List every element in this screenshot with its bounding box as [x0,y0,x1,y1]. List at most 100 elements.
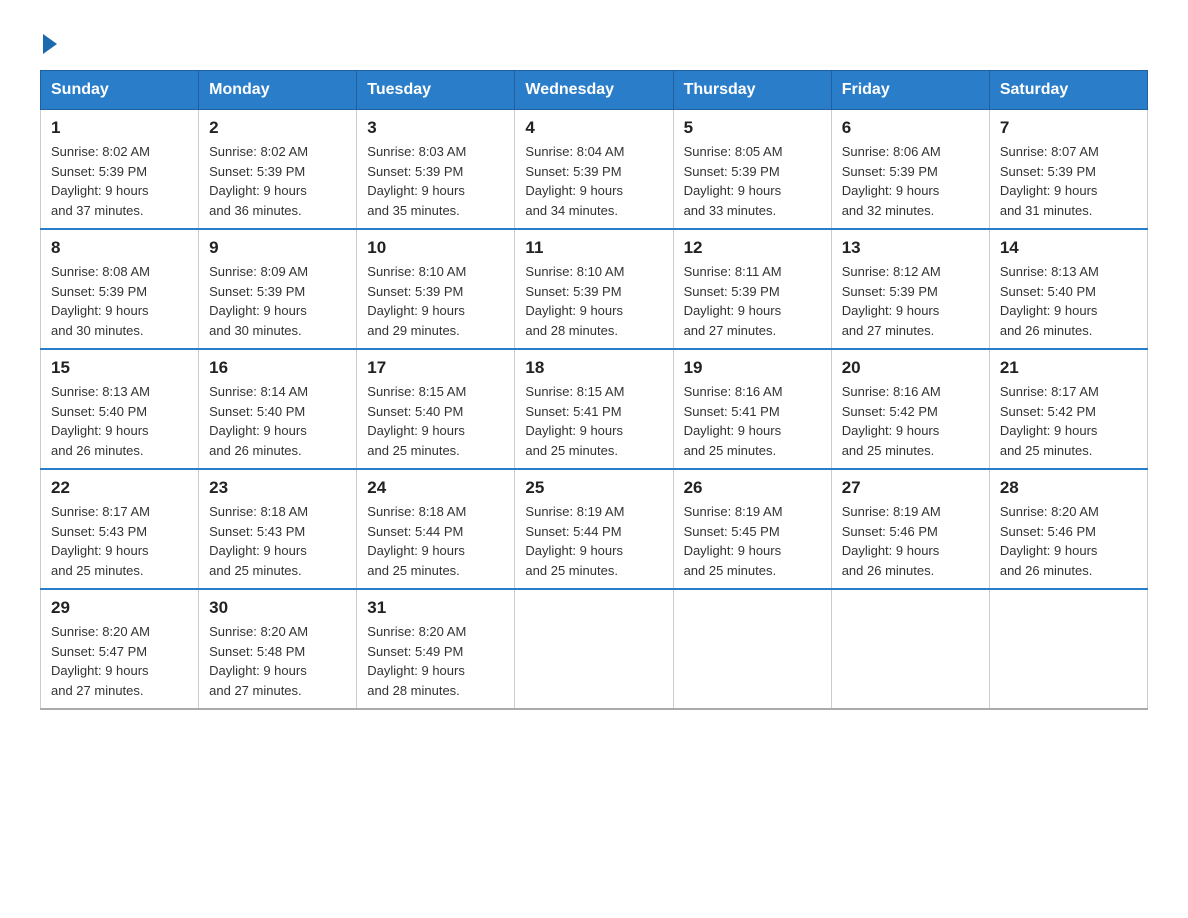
column-header-wednesday: Wednesday [515,71,673,110]
day-info: Sunrise: 8:18 AM Sunset: 5:44 PM Dayligh… [367,502,504,580]
calendar-cell: 8 Sunrise: 8:08 AM Sunset: 5:39 PM Dayli… [41,229,199,349]
calendar-week-row: 22 Sunrise: 8:17 AM Sunset: 5:43 PM Dayl… [41,469,1148,589]
logo [40,30,57,50]
calendar-week-row: 29 Sunrise: 8:20 AM Sunset: 5:47 PM Dayl… [41,589,1148,709]
day-info: Sunrise: 8:02 AM Sunset: 5:39 PM Dayligh… [209,142,346,220]
day-number: 8 [51,238,188,258]
day-info: Sunrise: 8:20 AM Sunset: 5:47 PM Dayligh… [51,622,188,700]
day-info: Sunrise: 8:17 AM Sunset: 5:42 PM Dayligh… [1000,382,1137,460]
day-number: 1 [51,118,188,138]
day-info: Sunrise: 8:15 AM Sunset: 5:41 PM Dayligh… [525,382,662,460]
day-info: Sunrise: 8:20 AM Sunset: 5:48 PM Dayligh… [209,622,346,700]
calendar-cell [989,589,1147,709]
calendar-cell: 4 Sunrise: 8:04 AM Sunset: 5:39 PM Dayli… [515,110,673,230]
day-number: 15 [51,358,188,378]
day-info: Sunrise: 8:14 AM Sunset: 5:40 PM Dayligh… [209,382,346,460]
logo-triangle-icon [43,34,57,54]
calendar-cell: 21 Sunrise: 8:17 AM Sunset: 5:42 PM Dayl… [989,349,1147,469]
day-info: Sunrise: 8:10 AM Sunset: 5:39 PM Dayligh… [367,262,504,340]
day-number: 25 [525,478,662,498]
day-number: 10 [367,238,504,258]
calendar-cell [673,589,831,709]
calendar-cell: 15 Sunrise: 8:13 AM Sunset: 5:40 PM Dayl… [41,349,199,469]
day-info: Sunrise: 8:05 AM Sunset: 5:39 PM Dayligh… [684,142,821,220]
day-info: Sunrise: 8:15 AM Sunset: 5:40 PM Dayligh… [367,382,504,460]
calendar-week-row: 15 Sunrise: 8:13 AM Sunset: 5:40 PM Dayl… [41,349,1148,469]
day-number: 11 [525,238,662,258]
column-header-monday: Monday [199,71,357,110]
calendar-table: SundayMondayTuesdayWednesdayThursdayFrid… [40,70,1148,710]
day-number: 19 [684,358,821,378]
column-header-thursday: Thursday [673,71,831,110]
calendar-cell: 23 Sunrise: 8:18 AM Sunset: 5:43 PM Dayl… [199,469,357,589]
calendar-cell: 20 Sunrise: 8:16 AM Sunset: 5:42 PM Dayl… [831,349,989,469]
calendar-cell: 1 Sunrise: 8:02 AM Sunset: 5:39 PM Dayli… [41,110,199,230]
day-info: Sunrise: 8:07 AM Sunset: 5:39 PM Dayligh… [1000,142,1137,220]
column-header-friday: Friday [831,71,989,110]
day-number: 2 [209,118,346,138]
day-info: Sunrise: 8:06 AM Sunset: 5:39 PM Dayligh… [842,142,979,220]
day-number: 5 [684,118,821,138]
column-header-sunday: Sunday [41,71,199,110]
calendar-cell: 25 Sunrise: 8:19 AM Sunset: 5:44 PM Dayl… [515,469,673,589]
day-info: Sunrise: 8:19 AM Sunset: 5:46 PM Dayligh… [842,502,979,580]
calendar-cell: 24 Sunrise: 8:18 AM Sunset: 5:44 PM Dayl… [357,469,515,589]
day-number: 28 [1000,478,1137,498]
calendar-cell: 3 Sunrise: 8:03 AM Sunset: 5:39 PM Dayli… [357,110,515,230]
calendar-cell: 26 Sunrise: 8:19 AM Sunset: 5:45 PM Dayl… [673,469,831,589]
calendar-cell: 6 Sunrise: 8:06 AM Sunset: 5:39 PM Dayli… [831,110,989,230]
day-info: Sunrise: 8:16 AM Sunset: 5:41 PM Dayligh… [684,382,821,460]
calendar-cell: 9 Sunrise: 8:09 AM Sunset: 5:39 PM Dayli… [199,229,357,349]
calendar-cell: 27 Sunrise: 8:19 AM Sunset: 5:46 PM Dayl… [831,469,989,589]
day-number: 22 [51,478,188,498]
day-info: Sunrise: 8:20 AM Sunset: 5:46 PM Dayligh… [1000,502,1137,580]
day-number: 17 [367,358,504,378]
day-number: 20 [842,358,979,378]
day-info: Sunrise: 8:08 AM Sunset: 5:39 PM Dayligh… [51,262,188,340]
day-info: Sunrise: 8:03 AM Sunset: 5:39 PM Dayligh… [367,142,504,220]
calendar-cell: 16 Sunrise: 8:14 AM Sunset: 5:40 PM Dayl… [199,349,357,469]
day-info: Sunrise: 8:17 AM Sunset: 5:43 PM Dayligh… [51,502,188,580]
day-number: 13 [842,238,979,258]
calendar-cell: 30 Sunrise: 8:20 AM Sunset: 5:48 PM Dayl… [199,589,357,709]
day-number: 26 [684,478,821,498]
day-number: 29 [51,598,188,618]
day-number: 21 [1000,358,1137,378]
calendar-cell: 22 Sunrise: 8:17 AM Sunset: 5:43 PM Dayl… [41,469,199,589]
calendar-cell: 11 Sunrise: 8:10 AM Sunset: 5:39 PM Dayl… [515,229,673,349]
day-info: Sunrise: 8:13 AM Sunset: 5:40 PM Dayligh… [51,382,188,460]
calendar-cell: 17 Sunrise: 8:15 AM Sunset: 5:40 PM Dayl… [357,349,515,469]
day-number: 18 [525,358,662,378]
day-info: Sunrise: 8:18 AM Sunset: 5:43 PM Dayligh… [209,502,346,580]
day-number: 24 [367,478,504,498]
page-header [40,30,1148,50]
day-number: 6 [842,118,979,138]
calendar-cell: 14 Sunrise: 8:13 AM Sunset: 5:40 PM Dayl… [989,229,1147,349]
day-number: 14 [1000,238,1137,258]
calendar-cell: 18 Sunrise: 8:15 AM Sunset: 5:41 PM Dayl… [515,349,673,469]
calendar-header-row: SundayMondayTuesdayWednesdayThursdayFrid… [41,71,1148,110]
day-number: 31 [367,598,504,618]
day-number: 27 [842,478,979,498]
calendar-cell: 5 Sunrise: 8:05 AM Sunset: 5:39 PM Dayli… [673,110,831,230]
calendar-cell: 29 Sunrise: 8:20 AM Sunset: 5:47 PM Dayl… [41,589,199,709]
day-info: Sunrise: 8:11 AM Sunset: 5:39 PM Dayligh… [684,262,821,340]
day-info: Sunrise: 8:13 AM Sunset: 5:40 PM Dayligh… [1000,262,1137,340]
calendar-cell: 10 Sunrise: 8:10 AM Sunset: 5:39 PM Dayl… [357,229,515,349]
day-info: Sunrise: 8:04 AM Sunset: 5:39 PM Dayligh… [525,142,662,220]
calendar-cell [831,589,989,709]
day-info: Sunrise: 8:10 AM Sunset: 5:39 PM Dayligh… [525,262,662,340]
column-header-saturday: Saturday [989,71,1147,110]
day-info: Sunrise: 8:20 AM Sunset: 5:49 PM Dayligh… [367,622,504,700]
day-number: 30 [209,598,346,618]
day-number: 3 [367,118,504,138]
day-number: 16 [209,358,346,378]
calendar-cell: 28 Sunrise: 8:20 AM Sunset: 5:46 PM Dayl… [989,469,1147,589]
day-number: 9 [209,238,346,258]
calendar-cell: 31 Sunrise: 8:20 AM Sunset: 5:49 PM Dayl… [357,589,515,709]
calendar-cell: 13 Sunrise: 8:12 AM Sunset: 5:39 PM Dayl… [831,229,989,349]
day-number: 12 [684,238,821,258]
day-info: Sunrise: 8:19 AM Sunset: 5:45 PM Dayligh… [684,502,821,580]
calendar-cell: 7 Sunrise: 8:07 AM Sunset: 5:39 PM Dayli… [989,110,1147,230]
calendar-cell: 2 Sunrise: 8:02 AM Sunset: 5:39 PM Dayli… [199,110,357,230]
